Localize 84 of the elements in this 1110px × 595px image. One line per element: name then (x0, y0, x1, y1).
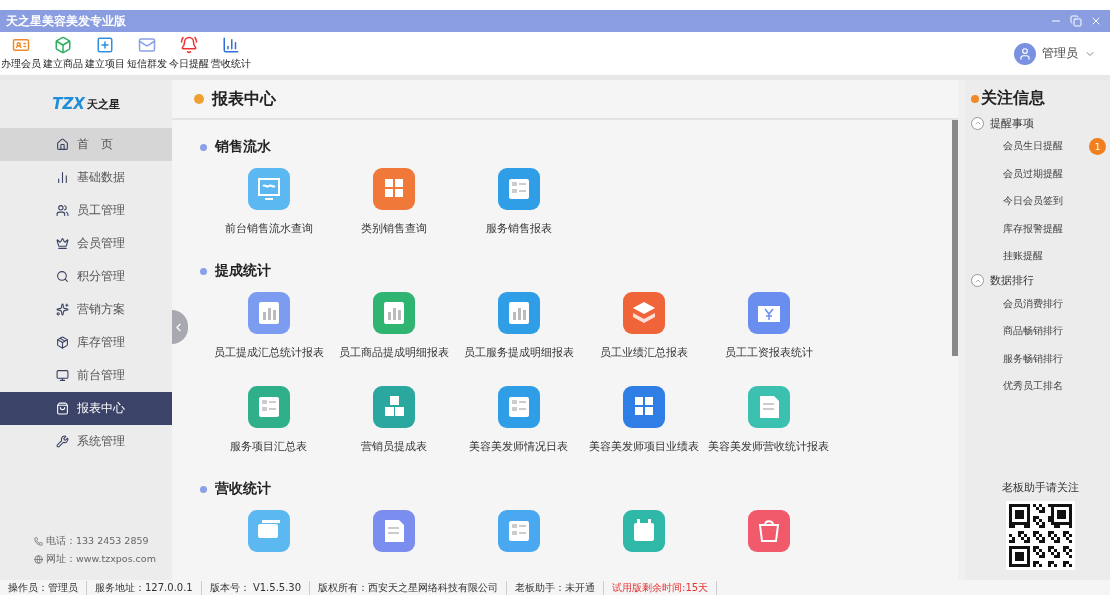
focus-item[interactable]: 会员消费排行 (1003, 297, 1063, 311)
report-link[interactable]: 美容美发师项目业绩表 (588, 440, 699, 454)
toolbar-button[interactable]: 建立商品 (42, 36, 84, 71)
user-name[interactable]: 管理员 (1042, 45, 1078, 62)
report-link[interactable]: 前台销售流水查询 (224, 222, 313, 236)
focus-item[interactable]: 今日会员签到 (1003, 195, 1063, 209)
sidebar-item[interactable]: 前台管理 (0, 359, 172, 392)
window-title: 天之星美容美发专业版 (6, 12, 126, 30)
toolbar-button[interactable]: 今日提醒 (168, 36, 210, 71)
scrollbar[interactable] (952, 120, 958, 356)
toolbar-button[interactable]: 短信群发 (126, 36, 168, 71)
focus-item[interactable]: 挂账提醒 (1003, 250, 1043, 264)
status-text: 版权所有：西安天之星网络科技有限公司 (310, 580, 508, 595)
crown-icon (56, 237, 69, 250)
sidebar-item[interactable]: 营销方案 (0, 293, 172, 326)
alarm-icon (180, 36, 198, 54)
report-link[interactable]: 类别销售查询 (360, 222, 427, 236)
system-icon (56, 435, 69, 448)
product-icon (54, 36, 72, 54)
sidebar-item[interactable]: 报表中心 (0, 392, 172, 425)
sidebar-item[interactable]: 库存管理 (0, 326, 172, 359)
toolbar-button[interactable]: 营收统计 (210, 36, 252, 71)
report-link[interactable]: 美容美发师营收统计报表 (708, 440, 829, 454)
sms-icon (138, 36, 156, 54)
bullet-icon (194, 94, 204, 104)
sidebar-item[interactable]: 系统管理 (0, 425, 172, 458)
sidebar-item[interactable]: 员工管理 (0, 194, 172, 227)
bullet-icon (200, 267, 207, 275)
report-link[interactable]: 员工服务提成明细报表 (463, 346, 574, 360)
qr-caption: 老板助手请关注 (1002, 480, 1079, 495)
panel-title: 报表中心 (212, 88, 276, 110)
contact-line: 网址：www.tzxpos.com (34, 553, 172, 566)
bullet-icon (200, 485, 207, 493)
section-title: 营收统计 (215, 480, 271, 498)
status-text: 操作员：管理员 (0, 580, 87, 595)
report-link[interactable]: 员工提成汇总统计报表 (213, 346, 324, 360)
globe-icon (34, 555, 43, 564)
report-link[interactable]: 美容美发师情况日表 (469, 440, 568, 454)
stats-icon (222, 36, 240, 54)
chart-icon (56, 171, 69, 184)
focus-item[interactable]: 库存报警提醒 (1003, 222, 1063, 236)
status-text: 试用版剩余时间:15天 (604, 580, 718, 595)
group-title[interactable]: 提醒事项 (990, 115, 1034, 131)
sidebar-item[interactable]: 首 页 (0, 128, 172, 161)
staff-icon (56, 204, 69, 217)
count-badge: 1 (1089, 138, 1106, 156)
contact-line: 电话：133 2453 2859 (34, 535, 172, 548)
bullet-icon (200, 143, 207, 151)
bullet-icon (971, 94, 979, 103)
status-text: 服务地址：127.0.0.1 (87, 580, 202, 595)
report-link[interactable]: 服务项目汇总表 (230, 440, 307, 454)
report-link[interactable]: 营销员提成表 (360, 440, 427, 454)
collapse-icon[interactable] (971, 116, 984, 130)
collapse-handle[interactable] (172, 310, 188, 344)
qr-code (1006, 501, 1075, 570)
focus-item[interactable]: 会员过期提醒 (1003, 167, 1063, 181)
toolbar-button[interactable]: 办理会员 (0, 36, 42, 71)
focus-item[interactable]: 服务畅销排行 (1003, 352, 1063, 366)
report-link[interactable]: 服务销售报表 (485, 222, 552, 236)
status-text: 版本号： V1.5.5.30 (201, 580, 311, 595)
phone-icon (34, 537, 43, 546)
toolbar-button[interactable]: 建立项目 (84, 36, 126, 71)
focus-item[interactable]: 商品畅销排行 (1003, 325, 1063, 339)
sidebar-item[interactable]: 基础数据 (0, 161, 172, 194)
report-link[interactable]: 员工业绩汇总报表 (599, 346, 688, 360)
focus-title: 关注信息 (981, 88, 1045, 109)
logo-name: 天之星 (86, 96, 120, 112)
focus-item[interactable]: 会员生日提醒 (1003, 140, 1063, 154)
collapse-icon[interactable] (971, 274, 984, 287)
stock-icon (56, 336, 69, 349)
sidebar-item[interactable]: 积分管理 (0, 260, 172, 293)
report-link[interactable]: 员工工资报表统计 (724, 346, 813, 360)
status-text: 老板助手：未开通 (507, 580, 605, 595)
report-link[interactable]: 员工商品提成明细报表 (338, 346, 449, 360)
section-title: 销售流水 (215, 138, 271, 156)
home-icon (56, 138, 69, 151)
avatar-icon[interactable] (1014, 42, 1036, 65)
sidebar-item[interactable]: 会员管理 (0, 227, 172, 260)
group-title[interactable]: 数据排行 (990, 273, 1034, 288)
focus-item[interactable]: 优秀员工排名 (1003, 380, 1063, 394)
restore-icon[interactable] (1070, 15, 1082, 27)
logo-mark: TZX (52, 95, 85, 113)
section-title: 提成统计 (215, 262, 271, 280)
close-icon[interactable] (1090, 15, 1102, 27)
